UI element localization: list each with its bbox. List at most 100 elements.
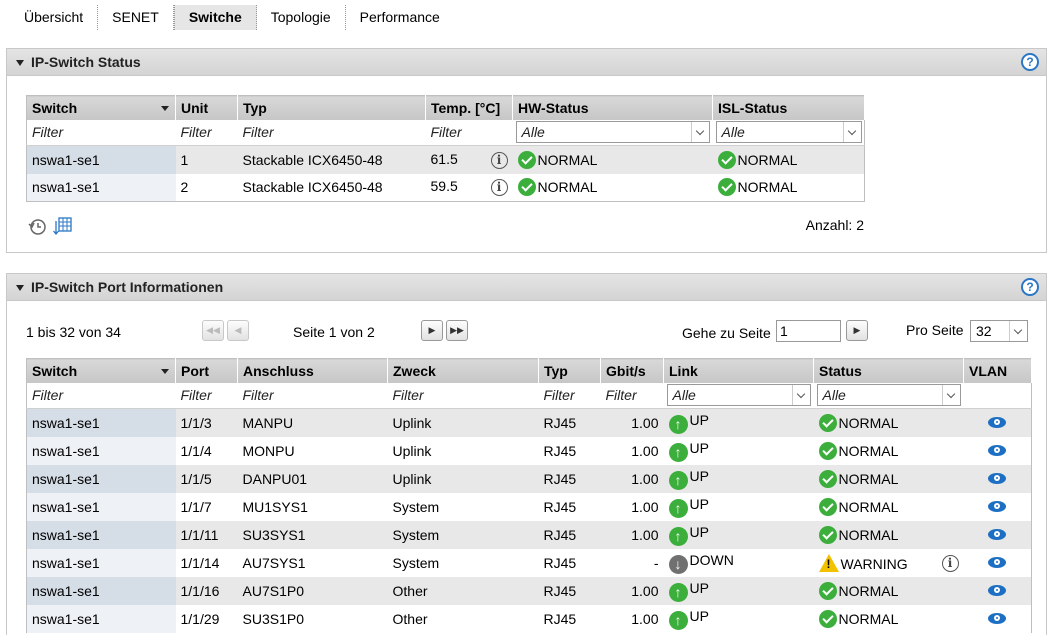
cell-status: NORMAL [813, 464, 964, 493]
column-header-typ[interactable]: Typ [237, 95, 426, 120]
tab-switche[interactable]: Switche [173, 5, 257, 30]
tab-performance[interactable]: Performance [346, 5, 454, 30]
cell-vlan [963, 548, 1032, 577]
arrow-up-icon: ↑ [668, 610, 688, 630]
collapse-icon[interactable] [16, 60, 24, 66]
cell-anschluss: MU1SYS1 [237, 492, 388, 521]
column-header-unit[interactable]: Unit [175, 95, 238, 120]
column-header-hw-status[interactable]: HW-Status [512, 95, 713, 120]
table-row[interactable]: nswa1-se1 1/1/5 DANPU01 Uplink RJ45 1.00 ↑ UP NO… [26, 464, 1032, 493]
table-row[interactable]: nswa1-se1 1/1/4 MONPU Uplink RJ45 1.00 ↑ UP NORM… [26, 436, 1032, 465]
info-icon[interactable]: i [490, 179, 508, 197]
cell-link: ↑ UP [663, 464, 814, 493]
column-header-switch[interactable]: Switch [26, 358, 176, 383]
eye-icon[interactable] [988, 612, 1007, 624]
eye-icon[interactable] [988, 472, 1007, 484]
table-row[interactable]: nswa1-se1 1/1/11 SU3SYS1 System RJ45 1.00 ↑ UP N… [26, 520, 1032, 549]
chevron-down-icon[interactable] [1009, 321, 1027, 341]
cell-link: ↑ UP [663, 408, 814, 437]
chevron-down-icon[interactable] [791, 385, 810, 406]
eye-icon[interactable] [988, 556, 1007, 568]
table-row[interactable]: nswa1-se1 1/1/7 MU1SYS1 System RJ45 1.00 ↑ UP NO… [26, 492, 1032, 521]
chevron-down-icon[interactable] [842, 122, 861, 143]
table-row[interactable]: nswa1-se1 1/1/29 SU3S1P0 Other RJ45 1.00 ↑ UP NO… [26, 604, 1032, 633]
prev-page-button[interactable]: ◀ [227, 320, 249, 341]
help-icon[interactable]: ? [1021, 278, 1039, 296]
column-header-gbit[interactable]: Gbit/s [600, 358, 664, 383]
cell-gbit: 1.00 [600, 492, 664, 521]
filter-temp[interactable]: Filter [425, 119, 513, 146]
sort-desc-icon[interactable] [161, 106, 169, 111]
cell-gbit: 1.00 [600, 464, 664, 493]
help-icon[interactable]: ? [1021, 53, 1039, 71]
cell-status: NORMAL [813, 604, 964, 633]
hw-status-select[interactable]: Alle [515, 121, 710, 144]
column-header-temp[interactable]: Temp. [°C] [425, 95, 513, 120]
last-page-button[interactable]: ▶▶ [446, 320, 468, 341]
ok-check-icon [818, 525, 837, 544]
filter-zweck[interactable]: Filter [387, 382, 539, 409]
tab-topologie[interactable]: Topologie [257, 5, 346, 30]
column-header-vlan[interactable]: VLAN [963, 358, 1032, 383]
cell-anschluss: AU7SYS1 [237, 548, 388, 577]
goto-page-label: Gehe zu Seite [682, 325, 771, 341]
column-header-port[interactable]: Port [175, 358, 238, 383]
tab-uebersicht[interactable]: Übersicht [10, 5, 99, 30]
column-header-anschluss[interactable]: Anschluss [237, 358, 388, 383]
link-select[interactable]: Alle [666, 384, 811, 407]
cell-gbit: 1.00 [600, 520, 664, 549]
isl-status-select[interactable]: Alle [715, 121, 862, 144]
filter-switch[interactable]: Filter [26, 119, 176, 146]
collapse-icon[interactable] [16, 285, 24, 291]
per-page-select[interactable]: 32 [970, 320, 1028, 342]
column-header-typ[interactable]: Typ [538, 358, 601, 383]
filter-gbit[interactable]: Filter [600, 382, 664, 409]
next-page-button[interactable]: ▶ [421, 320, 443, 341]
table-row[interactable]: nswa1-se1 2 Stackable ICX6450-48 59.5 i N… [26, 173, 865, 202]
eye-icon[interactable] [988, 500, 1007, 512]
column-header-switch[interactable]: Switch [26, 95, 176, 120]
goto-page-input[interactable]: 1 [776, 320, 841, 342]
sort-desc-icon[interactable] [161, 369, 169, 374]
table-row[interactable]: nswa1-se1 1/1/3 MANPU Uplink RJ45 1.00 ↑ UP NORM… [26, 408, 1032, 437]
filter-typ[interactable]: Filter [538, 382, 601, 409]
eye-icon[interactable] [988, 584, 1007, 596]
tab-bar: Übersicht SENET Switche Topologie Perfor… [10, 5, 454, 31]
cell-anschluss: SU3SYS1 [237, 520, 388, 549]
table-row[interactable]: nswa1-se1 1/1/16 AU7S1P0 Other RJ45 1.00 ↑ UP NO… [26, 576, 1032, 605]
ip-switch-port-panel: IP-Switch Port Informationen ? 1 bis 32 … [6, 273, 1047, 635]
chevron-down-icon[interactable] [690, 122, 709, 143]
table-header-row: Switch Unit Typ Temp. [°C] HW-Status ISL… [26, 95, 865, 120]
goto-page-button[interactable]: ▶ [846, 320, 868, 341]
table-row[interactable]: nswa1-se1 1 Stackable ICX6450-48 61.5 i N… [26, 145, 865, 174]
filter-typ[interactable]: Filter [237, 119, 426, 146]
first-page-button[interactable]: ◀◀ [202, 320, 224, 341]
port-info-table: Switch Port Anschluss Zweck Typ Gbit/s L… [26, 358, 1032, 633]
cell-zweck: System [387, 520, 539, 549]
cell-link: ↑ UP [663, 576, 814, 605]
column-header-zweck[interactable]: Zweck [387, 358, 539, 383]
column-header-link[interactable]: Link [663, 358, 814, 383]
filter-unit[interactable]: Filter [175, 119, 238, 146]
cell-link: ↑ UP [663, 520, 814, 549]
filter-port[interactable]: Filter [175, 382, 238, 409]
chevron-down-icon[interactable] [941, 385, 960, 406]
eye-icon[interactable] [988, 444, 1007, 456]
filter-status-cell: Alle [813, 382, 964, 409]
arrow-up-icon: ↑ [668, 414, 688, 434]
filter-anschluss[interactable]: Filter [237, 382, 388, 409]
eye-icon[interactable] [988, 528, 1007, 540]
info-icon[interactable]: i [941, 554, 959, 572]
table-row[interactable]: nswa1-se11/1/14AU7SYS1SystemRJ45-↓DOWNWA… [26, 548, 1032, 577]
table-export-icon[interactable] [52, 215, 74, 237]
tab-senet[interactable]: SENET [98, 5, 174, 30]
column-header-isl-status[interactable]: ISL-Status [712, 95, 865, 120]
ok-check-icon [818, 413, 837, 432]
eye-icon[interactable] [988, 416, 1007, 428]
cell-zweck: Uplink [387, 436, 539, 465]
status-select[interactable]: Alle [816, 384, 961, 407]
refresh-clock-icon[interactable] [26, 215, 48, 237]
filter-switch[interactable]: Filter [26, 382, 176, 409]
info-icon[interactable]: i [490, 151, 508, 169]
column-header-status[interactable]: Status [813, 358, 964, 383]
